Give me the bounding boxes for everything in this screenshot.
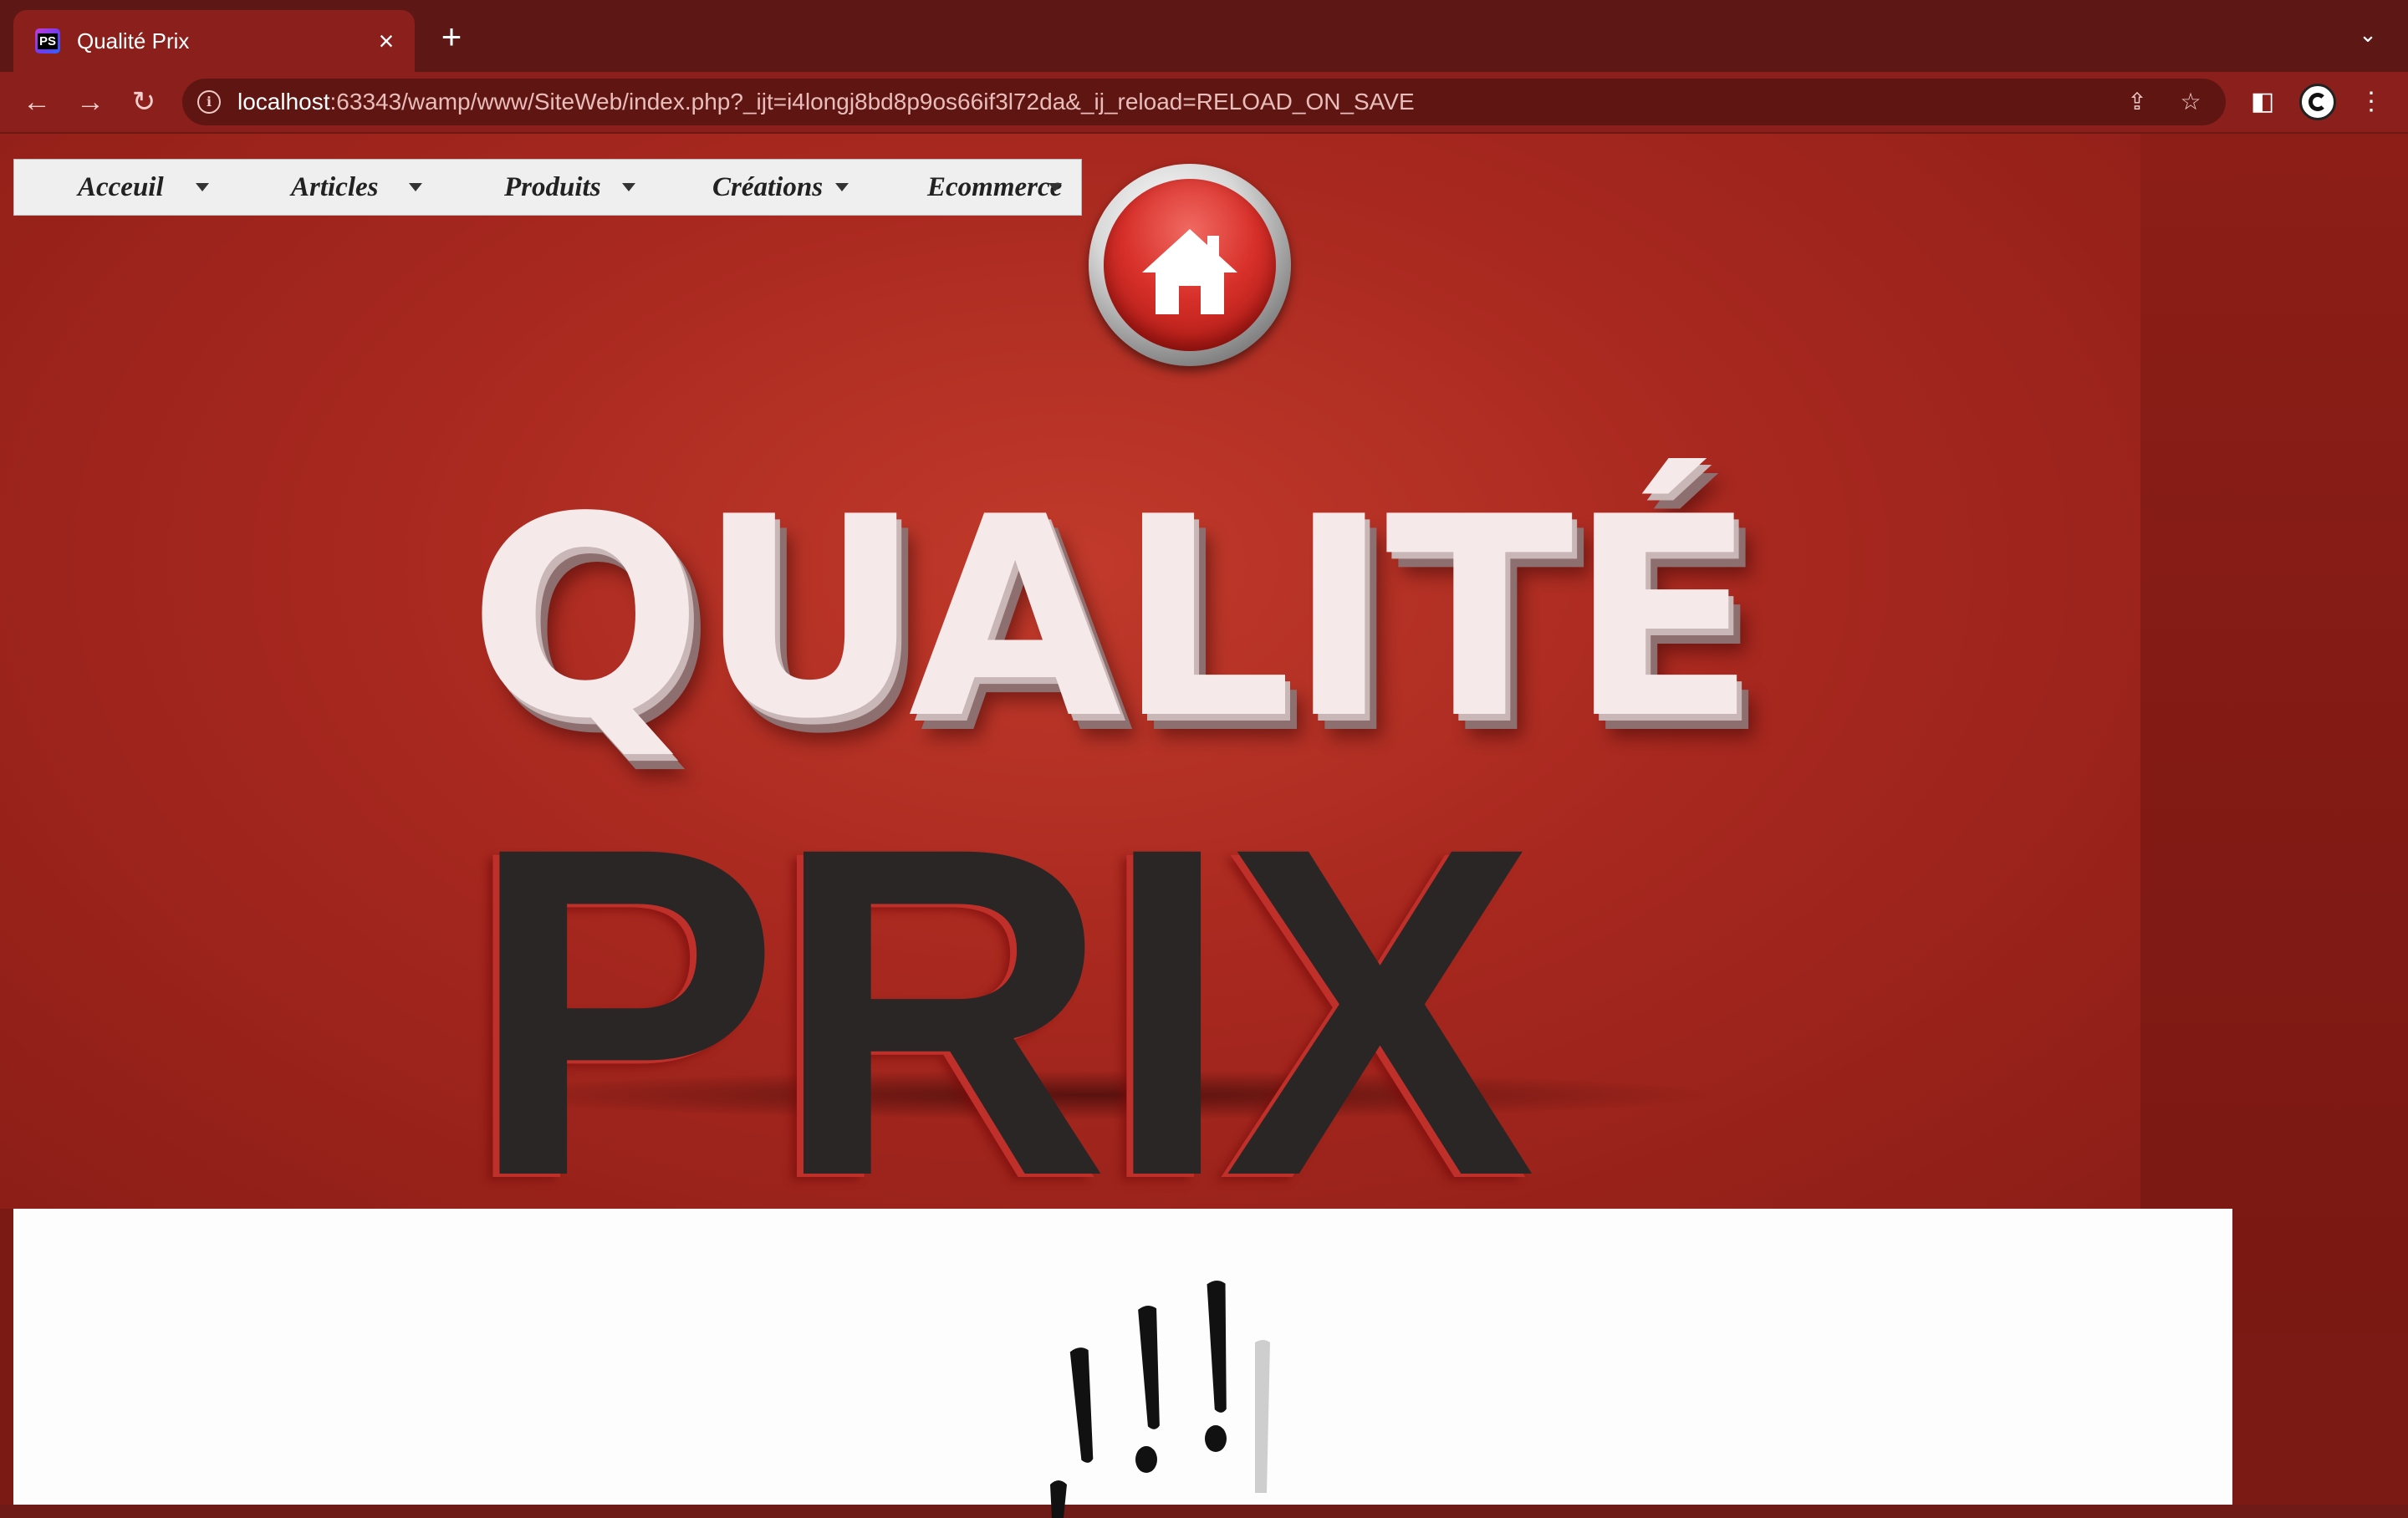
side-panel-icon[interactable]: ◧	[2244, 84, 2281, 120]
menu-item-label: Produits	[504, 171, 601, 202]
bookmark-star-icon[interactable]: ☆	[2172, 84, 2209, 120]
hero-banner: QUALITÉ PRIX	[0, 134, 2140, 1245]
share-icon[interactable]: ⇪	[2119, 84, 2155, 120]
forward-arrow-icon[interactable]: →	[72, 84, 109, 120]
back-arrow-icon[interactable]: ←	[18, 84, 55, 120]
reload-icon[interactable]: ↻	[125, 84, 162, 120]
home-button-face	[1104, 179, 1276, 351]
content-box	[13, 1209, 2232, 1518]
caret-down-icon[interactable]	[622, 183, 635, 191]
site-info-icon[interactable]: i	[197, 90, 221, 114]
menu-item-label: Ecommerce	[927, 171, 1063, 202]
profile-avatar[interactable]	[2299, 84, 2336, 120]
tab-title: Qualité Prix	[77, 28, 190, 53]
menu-item-label: Articles	[291, 171, 379, 202]
phpstorm-icon: PS	[35, 28, 60, 53]
menu-item-label: Acceuil	[78, 171, 164, 202]
caret-down-icon[interactable]	[835, 183, 849, 191]
tab-close-icon[interactable]: ×	[370, 26, 403, 57]
menu-kebab-icon[interactable]: ⋮	[2353, 84, 2390, 120]
browser-toolbar: ← → ↻ i localhost:63343/wamp/www/SiteWeb…	[0, 72, 2408, 134]
caret-down-icon[interactable]	[409, 183, 422, 191]
caret-down-icon[interactable]	[1048, 183, 1062, 191]
nav-menu: Acceuil Articles Produits Créations Ecom…	[13, 159, 1082, 216]
home-button[interactable]	[1089, 164, 1291, 366]
url-host: localhost	[237, 89, 330, 115]
hero-word-prix: PRIX	[468, 750, 1536, 1273]
exclamation-marks-illustration	[1050, 1280, 1270, 1518]
new-tab-button[interactable]: +	[433, 18, 470, 55]
tab-search-chevron-icon[interactable]: ⌄	[2353, 22, 2383, 52]
browser-tab[interactable]: PS Qualité Prix ×	[13, 10, 415, 72]
address-bar[interactable]: i localhost:63343/wamp/www/SiteWeb/index…	[182, 79, 2226, 125]
background-strip	[2140, 134, 2408, 1334]
home-icon	[1142, 229, 1237, 314]
url-text[interactable]: localhost:63343/wamp/www/SiteWeb/index.p…	[237, 89, 2119, 115]
url-path: :63343/wamp/www/SiteWeb/index.php?_ijt=i…	[329, 89, 1415, 115]
menu-item-acceuil[interactable]: Acceuil	[14, 160, 227, 215]
caret-down-icon[interactable]	[196, 183, 209, 191]
menu-item-creations[interactable]: Créations	[654, 160, 867, 215]
menu-item-produits[interactable]: Produits	[441, 160, 654, 215]
menu-item-ecommerce[interactable]: Ecommerce	[867, 160, 1080, 215]
menu-item-articles[interactable]: Articles	[227, 160, 441, 215]
tab-bar: PS Qualité Prix × + ⌄	[0, 0, 2408, 72]
page-viewport: QUALITÉ PRIX Acceuil Articles Produits C…	[0, 134, 2408, 1518]
menu-item-label: Créations	[712, 171, 824, 202]
